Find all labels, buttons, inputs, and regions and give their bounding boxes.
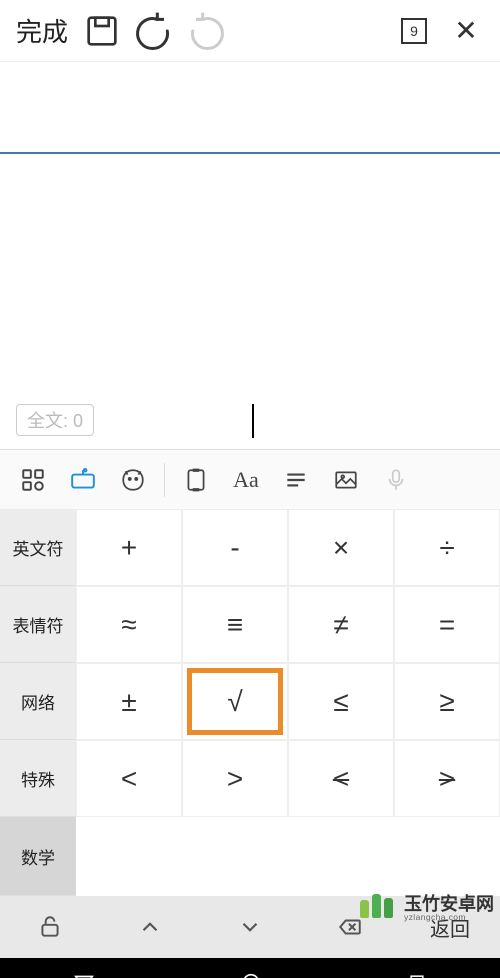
close-icon[interactable]: ✕: [446, 11, 486, 51]
category-math[interactable]: 数学: [0, 817, 76, 896]
key-sqrt[interactable]: √: [182, 663, 288, 740]
symbol-keyboard: 英文符 表情符 网络 特殊 数学 + - × ÷ ≈ ≡ ≠ = ± √ ≤ ≥…: [0, 509, 500, 896]
page-number-icon[interactable]: 9: [394, 11, 434, 51]
align-icon[interactable]: [271, 455, 321, 505]
key-divide[interactable]: ÷: [394, 509, 500, 586]
key-gte[interactable]: ≥: [394, 663, 500, 740]
return-button[interactable]: 返回: [400, 913, 500, 942]
key-identical[interactable]: ≡: [182, 586, 288, 663]
undo-icon[interactable]: [134, 11, 174, 51]
top-toolbar: 完成 9 ✕: [0, 0, 500, 62]
toolbar-divider: [164, 463, 165, 497]
text-cursor: [252, 404, 254, 438]
category-english-symbols[interactable]: 英文符: [0, 509, 76, 586]
nav-back-icon[interactable]: [73, 971, 95, 978]
category-emoji-symbols[interactable]: 表情符: [0, 586, 76, 663]
key-plus-minus[interactable]: ±: [76, 663, 182, 740]
key-gt[interactable]: >: [182, 740, 288, 817]
emoji-icon[interactable]: [108, 455, 158, 505]
nav-home-icon[interactable]: [240, 971, 262, 978]
fullscreen-icon[interactable]: [171, 455, 221, 505]
lock-icon[interactable]: [0, 914, 100, 940]
mic-icon[interactable]: [371, 455, 421, 505]
category-special[interactable]: 特殊: [0, 740, 76, 817]
image-icon[interactable]: [321, 455, 371, 505]
word-count-tag: 全文: 0: [16, 404, 94, 436]
key-multiply[interactable]: ×: [288, 509, 394, 586]
key-not-equal[interactable]: ≠: [288, 586, 394, 663]
redo-icon[interactable]: [186, 11, 226, 51]
key-grid: + - × ÷ ≈ ≡ ≠ = ± √ ≤ ≥ < > < >: [76, 509, 500, 896]
key-plus[interactable]: +: [76, 509, 182, 586]
key-not-gt[interactable]: >: [394, 740, 500, 817]
apps-icon[interactable]: [8, 455, 58, 505]
ime-toolbar: Aa: [0, 449, 500, 509]
done-button[interactable]: 完成: [8, 12, 76, 49]
nav-recent-icon[interactable]: [407, 972, 427, 978]
font-icon[interactable]: Aa: [221, 455, 271, 505]
key-equal[interactable]: =: [394, 586, 500, 663]
android-navbar: [0, 958, 500, 978]
ime-bottom-bar: 返回: [0, 896, 500, 958]
key-approx[interactable]: ≈: [76, 586, 182, 663]
title-edit-area[interactable]: [0, 62, 500, 154]
page-number-value: 9: [401, 18, 427, 44]
document-area[interactable]: 全文: 0: [0, 154, 500, 449]
key-minus[interactable]: -: [182, 509, 288, 586]
save-icon[interactable]: [82, 11, 122, 51]
category-network[interactable]: 网络: [0, 663, 76, 740]
chevron-up-icon[interactable]: [100, 914, 200, 940]
category-list: 英文符 表情符 网络 特殊 数学: [0, 509, 76, 896]
key-lt[interactable]: <: [76, 740, 182, 817]
key-not-lt[interactable]: <: [288, 740, 394, 817]
keyboard-icon[interactable]: [58, 455, 108, 505]
key-lte[interactable]: ≤: [288, 663, 394, 740]
backspace-icon[interactable]: [300, 914, 400, 940]
chevron-down-icon[interactable]: [200, 914, 300, 940]
